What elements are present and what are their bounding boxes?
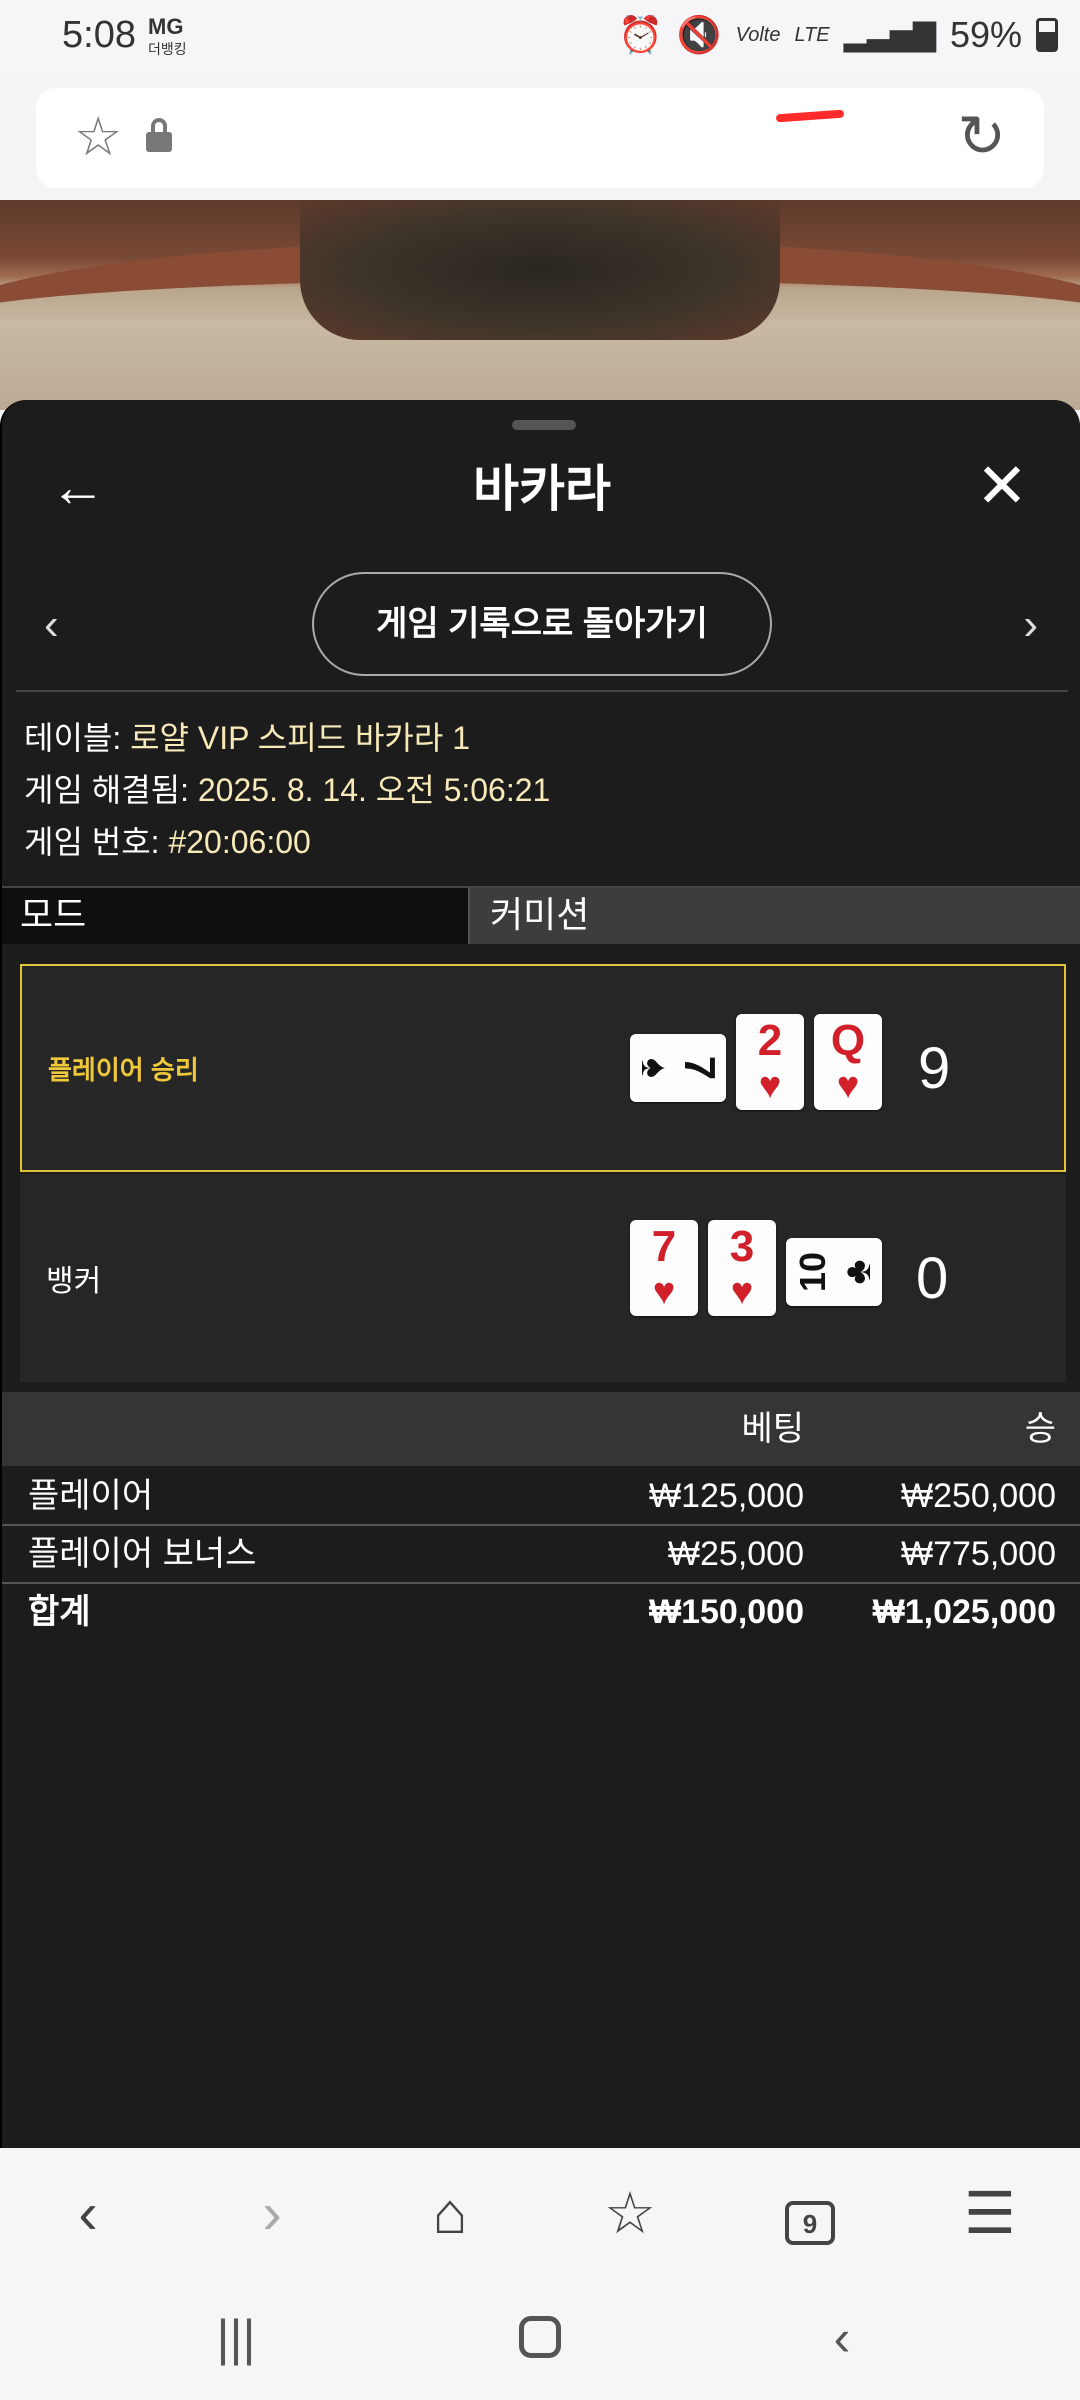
url-bar[interactable]: ☆ ↻ (36, 88, 1044, 188)
total-win: ₩1,025,000 (872, 1593, 1056, 1631)
carrier-label: MG 더뱅킹 (148, 16, 187, 60)
total-bet: ₩150,000 (649, 1593, 804, 1631)
resolved-label: 게임 해결됨: (24, 772, 189, 808)
home-button-icon[interactable] (500, 2308, 580, 2368)
bet-name: 플레이어 (28, 1477, 154, 1515)
mode-row: 모드 커미션 (2, 886, 1080, 944)
win-column-header: 승 (1024, 1410, 1056, 1448)
card-7-hearts: 7 ♥ (630, 1220, 698, 1316)
url-text-redacted[interactable] (366, 108, 796, 168)
total-label: 합계 (28, 1593, 91, 1631)
refresh-icon[interactable]: ↻ (957, 108, 1006, 166)
browser-forward-icon[interactable]: › (232, 2176, 312, 2252)
star-icon[interactable]: ☆ (74, 110, 122, 164)
alarm-icon: ⏰ (617, 14, 663, 55)
previous-game-chevron-icon[interactable]: ‹ (44, 598, 59, 652)
card-3-hearts: 3 ♥ (708, 1220, 776, 1316)
bet-amount: ₩25,000 (667, 1535, 804, 1573)
mode-label: 모드 (2, 886, 468, 944)
battery-percent: 59% (949, 14, 1022, 55)
system-navigation: ||| ‹ (0, 2278, 1080, 2400)
table-row: 플레이어 보너스 ₩25,000 ₩775,000 (2, 1526, 1080, 1582)
table-value: 로얄 VIP 스피드 바카라 1 (121, 720, 470, 756)
win-amount: ₩775,000 (901, 1535, 1056, 1573)
browser-toolbar: ‹ › ⌂ ☆ 9 ☰ (0, 2148, 1080, 2278)
back-to-history-button[interactable]: 게임 기록으로 돌아가기 (312, 572, 772, 676)
mode-value: 커미션 (468, 886, 1080, 944)
card-q-hearts: Q ♥ (814, 1014, 882, 1110)
system-back-icon[interactable]: ‹ (802, 2308, 882, 2368)
signal-icon: ▂▃▅▇ (843, 18, 936, 52)
banker-score: 0 (916, 1245, 949, 1311)
divider (16, 690, 1068, 692)
volte-indicator: Volte (735, 23, 781, 46)
bet-name: 플레이어 보너스 (28, 1535, 257, 1573)
game-detail-sheet: ← 바카라 ✕ ‹ 게임 기록으로 돌아가기 › 테이블: 로얄 VIP 스피드… (0, 400, 1080, 2148)
page-title: 바카라 (473, 461, 611, 517)
recent-apps-icon[interactable]: ||| (196, 2308, 276, 2368)
sheet-drag-handle[interactable] (512, 420, 576, 430)
menu-icon[interactable]: ☰ (950, 2176, 1030, 2252)
player-score: 9 (918, 1035, 951, 1101)
tabs-count: 9 (785, 2201, 835, 2245)
card-2-hearts: 2 ♥ (736, 1014, 804, 1110)
card-10-clubs: 10 ♣ (786, 1238, 882, 1306)
home-icon[interactable]: ⌂ (410, 2176, 490, 2252)
next-game-chevron-icon[interactable]: › (1023, 598, 1038, 652)
banker-hand: 뱅커 7 ♥ 3 ♥ 10 ♣ 0 (20, 1174, 1066, 1382)
bets-table-header: 베팅 승 (2, 1392, 1080, 1466)
status-bar: 5:08 MG 더뱅킹 ⏰ 🔇 Volte LTE ▂▃▅▇ 59% (0, 0, 1080, 78)
game-number-info: 게임 번호: #20:06:00 (24, 816, 550, 868)
battery-icon (1036, 18, 1058, 52)
player-result-label: 플레이어 승리 (48, 1054, 199, 1085)
live-video-feed (0, 200, 1080, 410)
bet-column-header: 베팅 (741, 1410, 804, 1448)
mute-icon: 🔇 (676, 14, 722, 55)
card-7-spades: 7 ♠ (630, 1034, 726, 1102)
status-time: 5:08 (62, 14, 136, 56)
table-row: 플레이어 ₩125,000 ₩250,000 (2, 1468, 1080, 1524)
banker-label: 뱅커 (46, 1265, 102, 1298)
bet-amount: ₩125,000 (649, 1477, 804, 1515)
total-row: 합계 ₩150,000 ₩1,025,000 (2, 1584, 1080, 1640)
game-number-label: 게임 번호: (24, 824, 160, 860)
table-label: 테이블: (24, 720, 122, 756)
game-number-value: #20:06:00 (159, 824, 311, 860)
resolved-info: 게임 해결됨: 2025. 8. 14. 오전 5:06:21 (24, 764, 550, 816)
tabs-icon[interactable]: 9 (770, 2176, 850, 2252)
resolved-value: 2025. 8. 14. 오전 5:06:21 (188, 772, 551, 808)
player-hand: 플레이어 승리 7 ♠ 2 ♥ Q ♥ 9 (20, 964, 1066, 1172)
carrier-bottom: 더뱅킹 (148, 41, 187, 57)
table-info: 테이블: 로얄 VIP 스피드 바카라 1 (24, 712, 550, 764)
carrier-top: MG (148, 14, 184, 39)
game-info: 테이블: 로얄 VIP 스피드 바카라 1 게임 해결됨: 2025. 8. 1… (24, 712, 550, 868)
win-amount: ₩250,000 (901, 1477, 1056, 1515)
network-indicator: LTE (794, 23, 830, 46)
browser-back-icon[interactable]: ‹ (48, 2176, 128, 2252)
close-icon[interactable]: ✕ (976, 452, 1028, 522)
redaction-mark (775, 109, 845, 123)
status-icons: ⏰ 🔇 Volte LTE ▂▃▅▇ 59% (618, 14, 1058, 56)
lock-icon[interactable] (146, 118, 172, 152)
bookmarks-icon[interactable]: ☆ (590, 2176, 670, 2252)
